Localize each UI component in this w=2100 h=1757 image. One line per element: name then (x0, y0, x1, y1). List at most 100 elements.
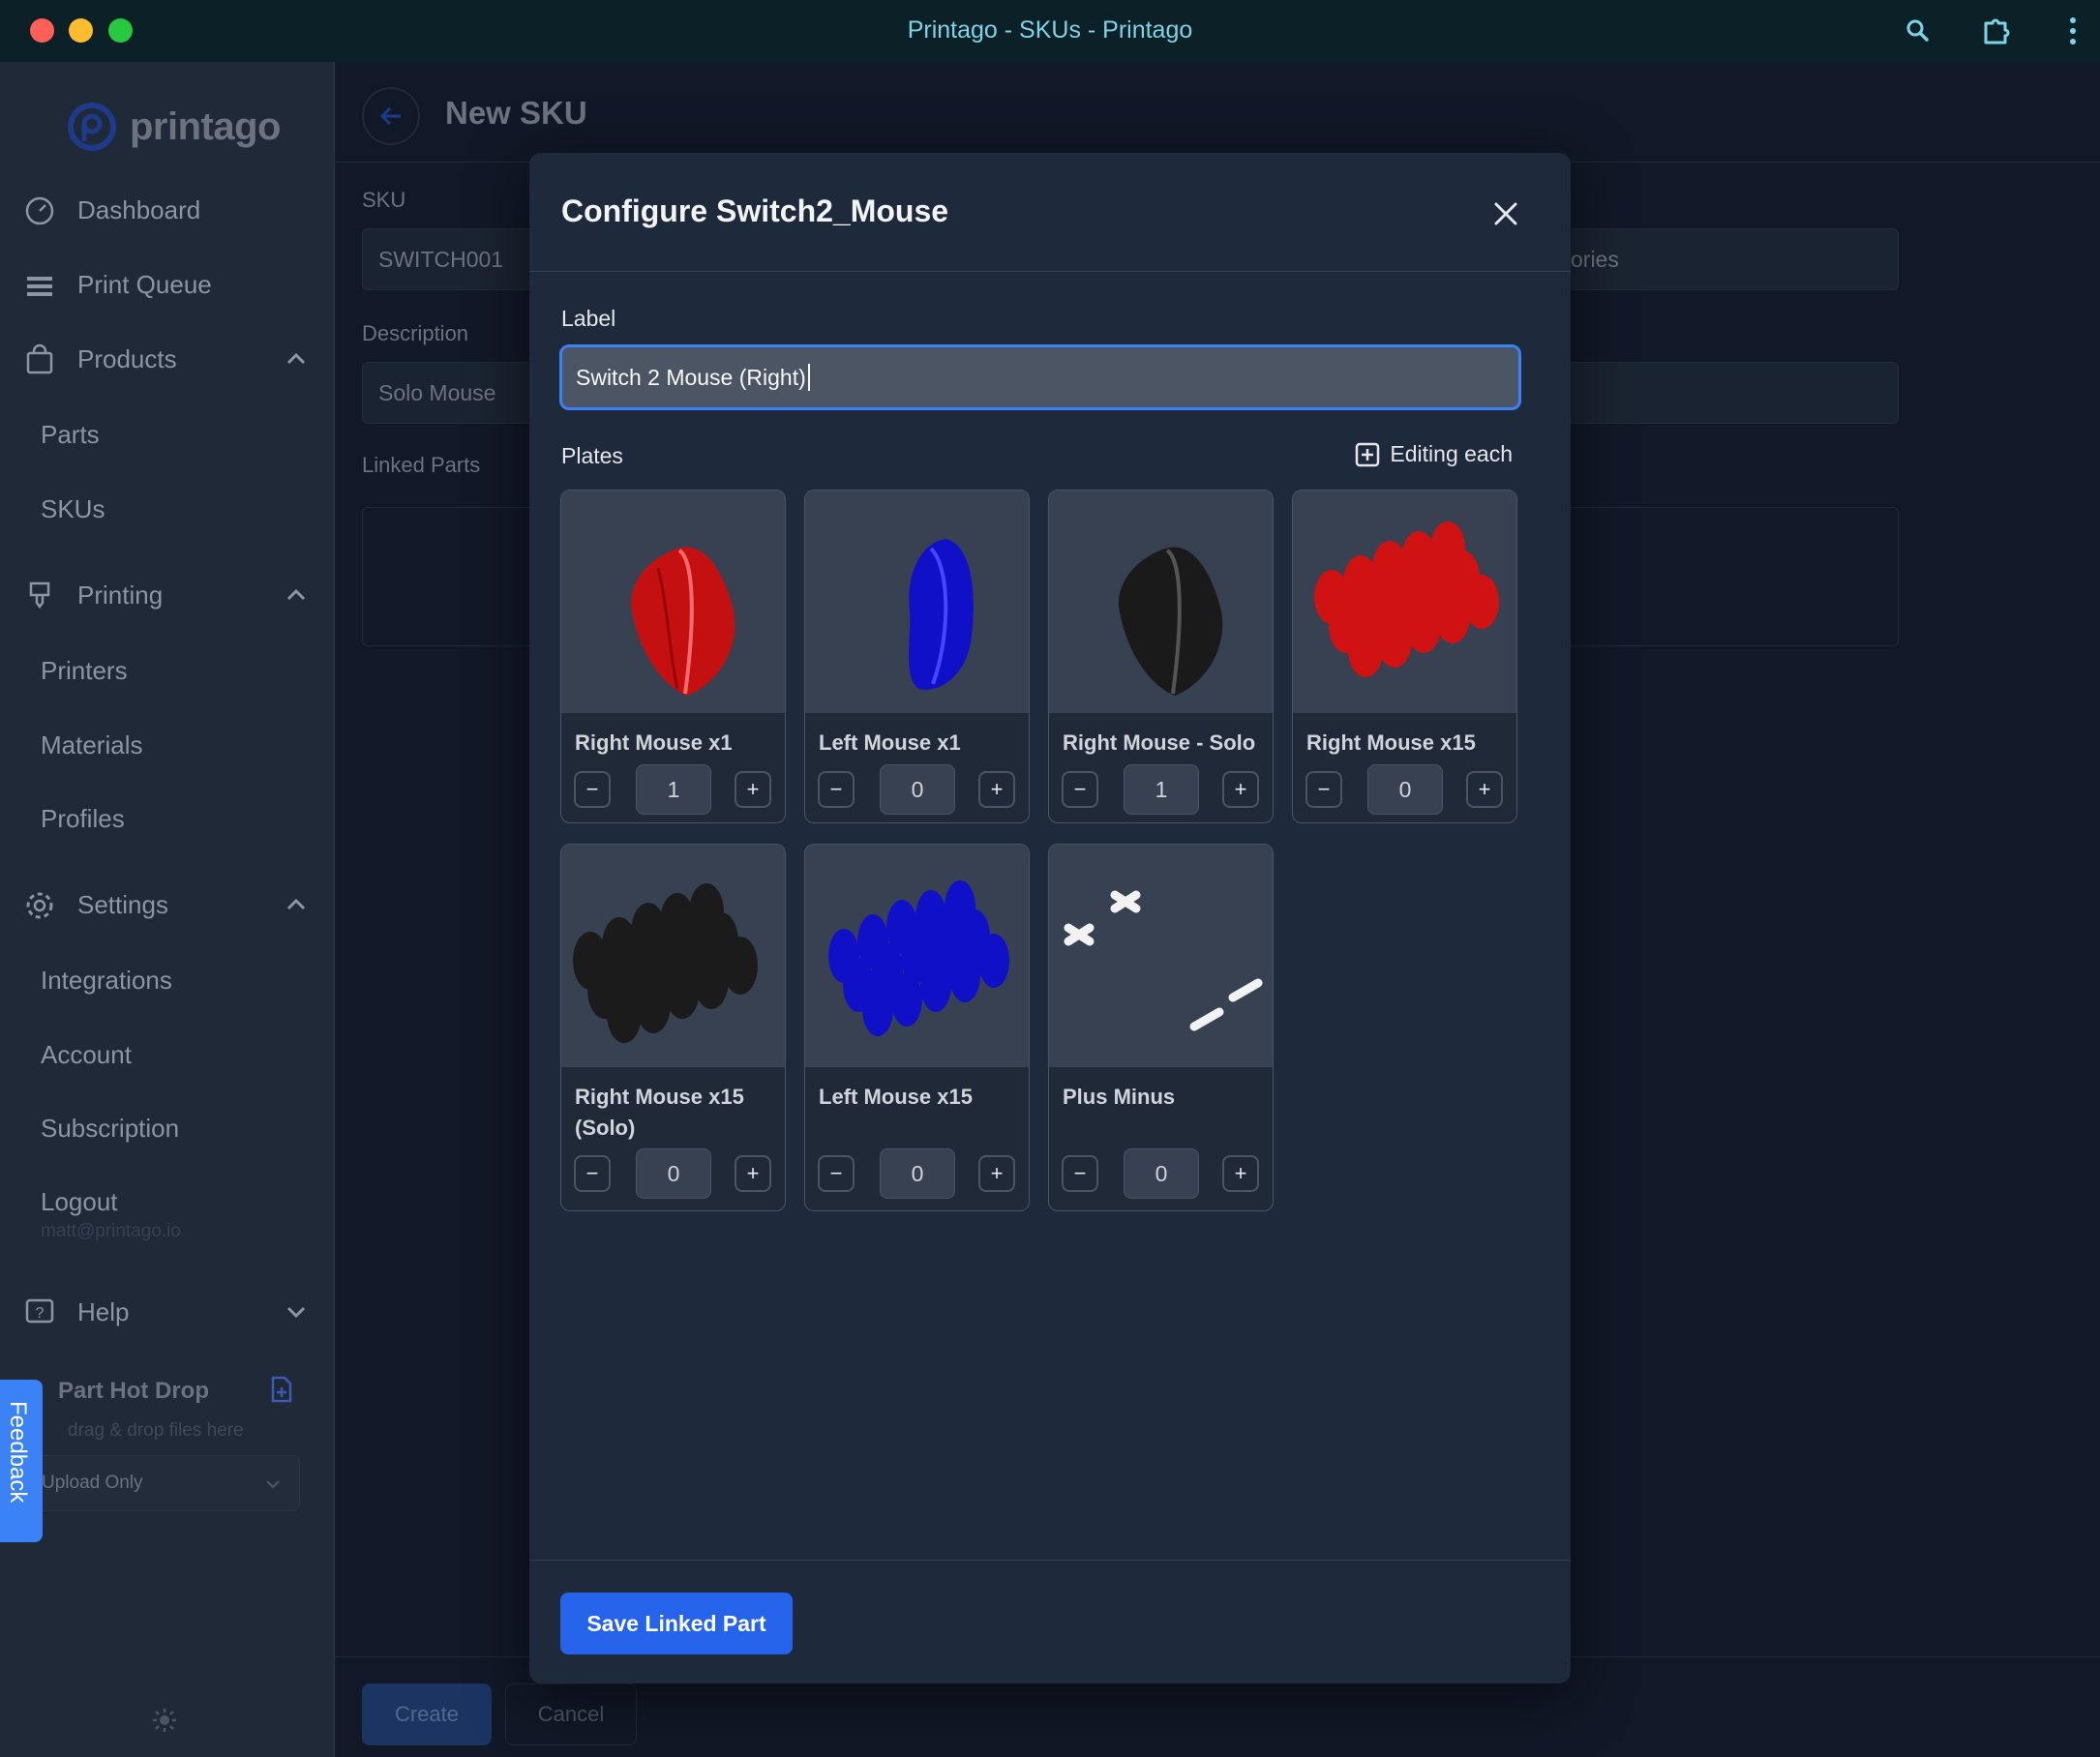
increment-button[interactable]: + (1222, 771, 1259, 808)
plate-thumbnail[interactable] (1049, 845, 1273, 1067)
description-value: Solo Mouse (378, 379, 496, 405)
extension-icon[interactable] (1980, 14, 2015, 48)
plate-thumbnail[interactable] (1049, 491, 1273, 713)
hot-drop-hint: drag & drop files here (68, 1420, 244, 1441)
gear-icon (26, 892, 53, 919)
quantity-value[interactable]: 0 (1367, 764, 1443, 815)
cancel-button[interactable]: Cancel (505, 1683, 637, 1745)
decrement-button[interactable]: − (1062, 771, 1098, 808)
nav-settings[interactable]: Settings (0, 878, 335, 932)
increment-button[interactable]: + (978, 771, 1015, 808)
plates-label: Plates (561, 443, 623, 468)
decrement-button[interactable]: − (818, 771, 855, 808)
quantity-value[interactable]: 1 (636, 764, 711, 815)
quantity-value[interactable]: 0 (636, 1148, 711, 1199)
sidebar: printago Dashboard Print Queue Products … (0, 62, 335, 1757)
sun-icon[interactable] (151, 1707, 178, 1734)
decrement-button[interactable]: − (574, 1155, 611, 1192)
svg-text:?: ? (36, 1305, 45, 1322)
sku-label: SKU (362, 188, 406, 212)
chevron-up-icon (286, 588, 306, 601)
quantity-value[interactable]: 0 (1124, 1148, 1199, 1199)
window-titlebar: Printago - SKUs - Printago (0, 0, 2100, 62)
nav-settings-label: Settings (77, 889, 168, 919)
increment-button[interactable]: + (735, 771, 771, 808)
printer-nozzle-icon (29, 581, 50, 610)
nav-help-label: Help (77, 1296, 130, 1326)
plate-card: Right Mouse x15 − 0 + (1292, 490, 1517, 823)
logo-text: printago (130, 104, 281, 148)
nav-products-label: Products (77, 343, 177, 373)
configure-part-modal: Configure Switch2_Mouse Label Plates Edi… (529, 153, 1571, 1683)
nav-integrations[interactable]: Integrations (41, 966, 172, 996)
decrement-button[interactable]: − (1305, 771, 1342, 808)
search-icon[interactable] (1901, 14, 1935, 48)
decrement-button[interactable]: − (818, 1155, 855, 1192)
plate-card: Left Mouse x1 − 0 + (804, 490, 1030, 823)
nav-help[interactable]: ? Help (0, 1285, 335, 1339)
create-button[interactable]: Create (362, 1683, 492, 1745)
text-caret (808, 364, 810, 391)
description-input-right[interactable] (1554, 362, 1899, 424)
printago-logo-icon (68, 103, 116, 151)
nav-skus[interactable]: SKUs (41, 494, 105, 524)
create-label: Create (394, 1702, 460, 1726)
cancel-label: Cancel (537, 1702, 605, 1726)
nav-printers[interactable]: Printers (41, 656, 128, 686)
plate-thumbnail[interactable] (805, 491, 1029, 713)
plate-thumbnail[interactable] (561, 845, 785, 1067)
help-icon: ? (25, 1298, 54, 1324)
description-label: Description (362, 321, 469, 345)
nav-account[interactable]: Account (41, 1040, 132, 1070)
user-email: matt@printago.io (41, 1221, 181, 1241)
chevron-up-icon (286, 352, 306, 365)
plate-thumbnail[interactable] (1293, 491, 1516, 713)
plate-thumbnail[interactable] (561, 491, 785, 713)
plate-name: Right Mouse x1 (575, 730, 733, 755)
quantity-value[interactable]: 0 (880, 764, 955, 815)
categories-value: ories (1571, 246, 1619, 272)
nav-dashboard[interactable]: Dashboard (0, 183, 335, 237)
nav-parts[interactable]: Parts (41, 420, 100, 450)
close-icon[interactable] (1491, 199, 1520, 228)
quantity-value[interactable]: 0 (880, 1148, 955, 1199)
plate-card: Right Mouse - Solo − 1 + (1048, 490, 1274, 823)
label-input[interactable] (559, 344, 1521, 410)
increment-button[interactable]: + (735, 1155, 771, 1192)
nav-profiles[interactable]: Profiles (41, 804, 125, 834)
feedback-tab[interactable]: Feedback (0, 1380, 43, 1542)
plate-name: Left Mouse x1 (819, 730, 961, 755)
back-button[interactable] (362, 87, 420, 145)
increment-button[interactable]: + (1466, 771, 1503, 808)
chevron-down-icon (266, 1480, 280, 1489)
app-logo[interactable]: printago (68, 103, 281, 151)
increment-button[interactable]: + (1222, 1155, 1259, 1192)
feedback-label: Feedback (5, 1401, 31, 1504)
nav-subscription[interactable]: Subscription (41, 1114, 179, 1144)
nav-materials[interactable]: Materials (41, 730, 142, 760)
more-menu-icon[interactable] (2055, 14, 2090, 48)
nav-printing[interactable]: Printing (0, 568, 335, 622)
decrement-button[interactable]: − (1062, 1155, 1098, 1192)
nav-print-queue[interactable]: Print Queue (0, 257, 335, 312)
plate-name: Plus Minus (1063, 1085, 1176, 1109)
quantity-value[interactable]: 1 (1124, 764, 1199, 815)
linked-parts-label: Linked Parts (362, 453, 481, 477)
hot-drop-mode-select[interactable]: Upload Only (27, 1455, 300, 1511)
nav-logout[interactable]: Logout (41, 1187, 118, 1217)
nav-dashboard-label: Dashboard (77, 194, 201, 224)
save-linked-part-button[interactable]: Save Linked Part (560, 1593, 793, 1654)
categories-input[interactable]: ories (1554, 228, 1899, 290)
page-header: New SKU (335, 62, 2100, 163)
editing-each-toggle[interactable]: Editing each (1355, 441, 1513, 467)
page-title: New SKU (445, 95, 587, 131)
nav-products[interactable]: Products (0, 332, 335, 386)
linked-parts-area-right (1554, 507, 1899, 646)
file-add-icon[interactable] (269, 1376, 294, 1403)
plate-name: Left Mouse x15 (819, 1085, 973, 1109)
plate-name: Right Mouse x15 (Solo) (575, 1085, 744, 1140)
plate-thumbnail[interactable] (805, 845, 1029, 1067)
increment-button[interactable]: + (978, 1155, 1015, 1192)
decrement-button[interactable]: − (574, 771, 611, 808)
plate-card: Right Mouse x1 − 1 + (560, 490, 786, 823)
